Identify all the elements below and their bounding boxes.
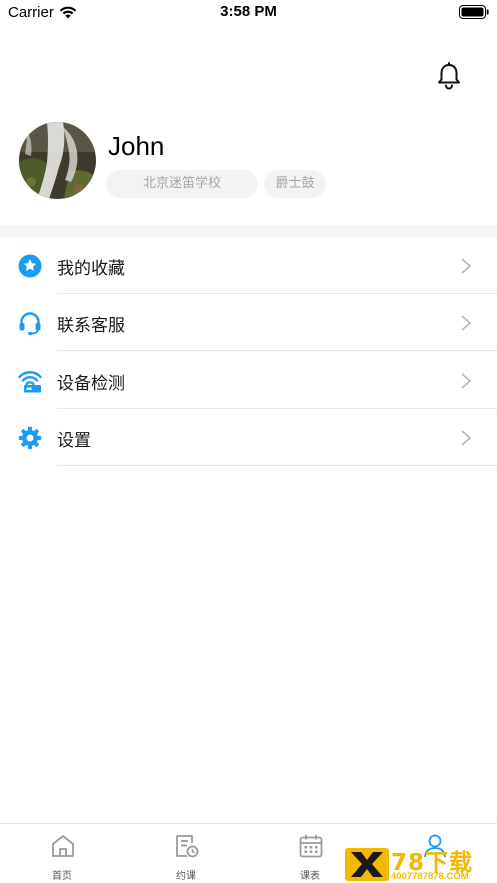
tab-label: 首页 (52, 871, 72, 882)
calendar-icon (299, 835, 323, 858)
battery-icon (459, 5, 489, 19)
profile-name: John (108, 131, 165, 161)
watermark-x-icon (345, 848, 389, 881)
tab-label: 约课 (176, 871, 196, 882)
menu-label: 设备检测 (57, 374, 125, 394)
menu-label: 我的收藏 (57, 259, 125, 279)
watermark-subtitle: 4007787878.COM (391, 871, 469, 882)
status-time: 3:58 PM (220, 3, 277, 20)
menu-item-settings[interactable]: 设置 (0, 409, 497, 466)
avatar-waterfall-image (19, 122, 96, 199)
bell-icon[interactable] (436, 62, 462, 90)
avatar[interactable] (19, 122, 96, 199)
headset-icon (19, 312, 41, 335)
booking-icon (176, 835, 199, 858)
tab-home[interactable]: 首页 (0, 824, 124, 883)
tab-booking[interactable]: 约课 (124, 824, 248, 883)
section-divider (0, 225, 497, 237)
menu-item-favorites[interactable]: 我的收藏 (0, 237, 497, 294)
chevron-right-icon (461, 315, 472, 331)
menu-label: 设置 (57, 431, 91, 451)
chevron-right-icon (461, 373, 472, 389)
status-bar: Carrier 3:58 PM (0, 0, 497, 26)
menu-divider (57, 465, 497, 466)
menu-label: 联系客服 (57, 316, 125, 336)
chevron-right-icon (461, 430, 472, 446)
menu-item-device-check[interactable]: 设备检测 (0, 352, 497, 409)
star-icon (18, 254, 42, 278)
device-check-icon (18, 371, 42, 393)
menu-divider (57, 350, 497, 351)
school-tag: 北京迷笛学校 (106, 170, 258, 198)
menu-item-customer-service[interactable]: 联系客服 (0, 294, 497, 351)
home-icon (52, 835, 74, 857)
chevron-right-icon (461, 258, 472, 274)
instrument-tag: 爵士鼓 (264, 170, 326, 198)
gear-icon (18, 426, 42, 450)
watermark-logo: 78下载 4007787878.COM (345, 846, 495, 882)
